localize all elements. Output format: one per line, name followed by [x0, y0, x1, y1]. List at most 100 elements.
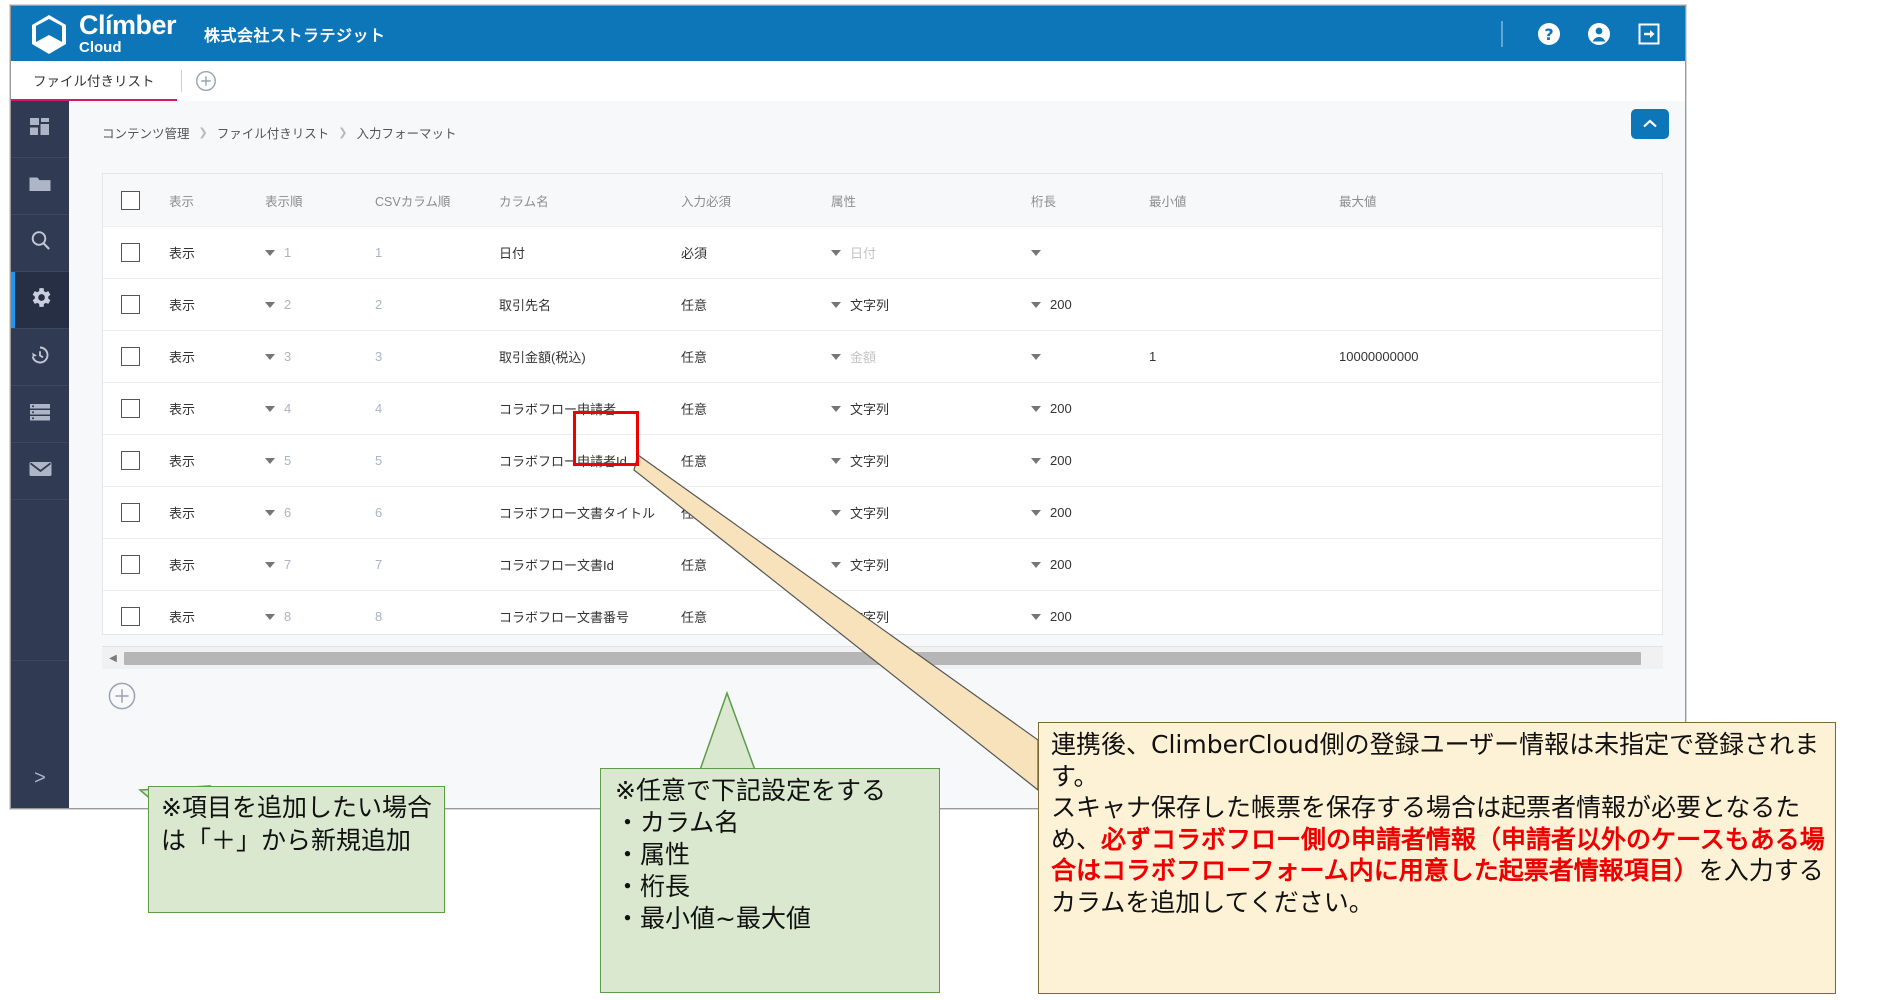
cell-display-order[interactable]: 2: [265, 278, 375, 331]
chevron-down-icon[interactable]: [1031, 613, 1041, 620]
sidebar-item-mail[interactable]: [11, 443, 69, 500]
cell-csv-order[interactable]: 5: [375, 434, 499, 487]
sidebar-item-settings[interactable]: [11, 272, 69, 329]
chevron-down-icon[interactable]: [265, 509, 275, 516]
header-csv-order[interactable]: CSVカラム順: [375, 174, 499, 227]
cell-length[interactable]: 200: [1031, 434, 1149, 487]
cell-length[interactable]: [1031, 226, 1149, 279]
cell-max-value[interactable]: [1339, 590, 1662, 634]
cell-length[interactable]: 200: [1031, 590, 1149, 634]
sidebar-item-list[interactable]: [11, 386, 69, 443]
cell-column-name[interactable]: コラボフロー申請者Id: [499, 434, 681, 487]
cell-length[interactable]: 200: [1031, 486, 1149, 539]
sidebar-item-history[interactable]: [11, 329, 69, 386]
header-max-value[interactable]: 最大値: [1339, 174, 1662, 227]
cell-length[interactable]: [1031, 330, 1149, 383]
cell-show[interactable]: 表示: [169, 434, 265, 487]
chevron-down-icon[interactable]: [831, 249, 841, 256]
chevron-down-icon[interactable]: [831, 353, 841, 360]
select-all-checkbox[interactable]: [121, 190, 140, 210]
cell-min-value[interactable]: [1149, 278, 1339, 331]
horizontal-scrollbar[interactable]: ◀: [102, 646, 1663, 669]
cell-length[interactable]: 200: [1031, 538, 1149, 591]
cell-csv-order[interactable]: 3: [375, 330, 499, 383]
cell-min-value[interactable]: [1149, 226, 1339, 279]
breadcrumb-item-1[interactable]: ファイル付きリスト: [217, 123, 330, 142]
help-icon[interactable]: ?: [1535, 20, 1563, 48]
chevron-down-icon[interactable]: [1031, 405, 1041, 412]
cell-attribute[interactable]: 文字列: [831, 486, 1031, 539]
cell-required[interactable]: 任意: [681, 434, 831, 487]
cell-show[interactable]: 表示: [169, 278, 265, 331]
cell-csv-order[interactable]: 1: [375, 226, 499, 279]
cell-column-name[interactable]: 取引先名: [499, 278, 681, 331]
cell-display-order[interactable]: 6: [265, 486, 375, 539]
row-checkbox[interactable]: [121, 607, 140, 626]
chevron-down-icon[interactable]: [1031, 249, 1041, 256]
cell-show[interactable]: 表示: [169, 330, 265, 383]
row-checkbox[interactable]: [121, 555, 140, 574]
cell-column-name[interactable]: 取引金額(税込): [499, 330, 681, 383]
cell-attribute[interactable]: 文字列: [831, 382, 1031, 435]
cell-max-value[interactable]: [1339, 278, 1662, 331]
cell-column-name[interactable]: コラボフロー申請者: [499, 382, 681, 435]
cell-min-value[interactable]: [1149, 590, 1339, 634]
account-icon[interactable]: [1585, 20, 1613, 48]
chevron-down-icon[interactable]: [831, 457, 841, 464]
breadcrumb-item-0[interactable]: コンテンツ管理: [102, 123, 190, 142]
header-attribute[interactable]: 属性: [831, 174, 1031, 227]
cell-attribute[interactable]: 日付: [831, 226, 1031, 279]
cell-show[interactable]: 表示: [169, 486, 265, 539]
cell-length[interactable]: 200: [1031, 382, 1149, 435]
sidebar-expand-button[interactable]: >: [11, 748, 69, 808]
add-column-button[interactable]: [107, 681, 137, 711]
chevron-down-icon[interactable]: [1031, 509, 1041, 516]
cell-display-order[interactable]: 7: [265, 538, 375, 591]
cell-column-name[interactable]: 日付: [499, 226, 681, 279]
cell-required[interactable]: 任意: [681, 590, 831, 634]
cell-attribute[interactable]: 金額: [831, 330, 1031, 383]
scroll-left-arrow[interactable]: ◀: [102, 653, 124, 664]
cell-max-value[interactable]: [1339, 434, 1662, 487]
cell-show[interactable]: 表示: [169, 590, 265, 634]
cell-show[interactable]: 表示: [169, 382, 265, 435]
header-column-name[interactable]: カラム名: [499, 174, 681, 227]
chevron-down-icon[interactable]: [831, 561, 841, 568]
cell-max-value[interactable]: [1339, 226, 1662, 279]
cell-length[interactable]: 200: [1031, 278, 1149, 331]
chevron-down-icon[interactable]: [831, 301, 841, 308]
header-min-value[interactable]: 最小値: [1149, 174, 1339, 227]
cell-display-order[interactable]: 3: [265, 330, 375, 383]
sidebar-item-folder[interactable]: [11, 158, 69, 215]
chevron-down-icon[interactable]: [1031, 561, 1041, 568]
sidebar-item-search[interactable]: [11, 215, 69, 272]
add-tab-button[interactable]: [186, 70, 226, 92]
row-checkbox[interactable]: [121, 243, 140, 262]
chevron-down-icon[interactable]: [831, 405, 841, 412]
chevron-down-icon[interactable]: [265, 405, 275, 412]
cell-attribute[interactable]: 文字列: [831, 278, 1031, 331]
cell-attribute[interactable]: 文字列: [831, 538, 1031, 591]
cell-min-value[interactable]: [1149, 434, 1339, 487]
cell-column-name[interactable]: コラボフロー文書タイトル: [499, 486, 681, 539]
cell-display-order[interactable]: 8: [265, 590, 375, 634]
cell-required[interactable]: 必須: [681, 226, 831, 279]
chevron-down-icon[interactable]: [1031, 301, 1041, 308]
chevron-down-icon[interactable]: [265, 561, 275, 568]
chevron-down-icon[interactable]: [1031, 353, 1041, 360]
sidebar-item-dashboard[interactable]: [11, 101, 69, 158]
cell-min-value[interactable]: [1149, 538, 1339, 591]
cell-max-value[interactable]: [1339, 538, 1662, 591]
header-order[interactable]: 表示順: [265, 174, 375, 227]
row-checkbox[interactable]: [121, 295, 140, 314]
breadcrumb-item-2[interactable]: 入力フォーマット: [356, 123, 456, 142]
cell-required[interactable]: 任意: [681, 382, 831, 435]
row-checkbox[interactable]: [121, 347, 140, 366]
cell-csv-order[interactable]: 4: [375, 382, 499, 435]
cell-show[interactable]: 表示: [169, 538, 265, 591]
cell-required[interactable]: 任意: [681, 538, 831, 591]
cell-required[interactable]: 任意: [681, 278, 831, 331]
cell-csv-order[interactable]: 6: [375, 486, 499, 539]
header-show[interactable]: 表示: [169, 174, 265, 227]
chevron-down-icon[interactable]: [831, 509, 841, 516]
